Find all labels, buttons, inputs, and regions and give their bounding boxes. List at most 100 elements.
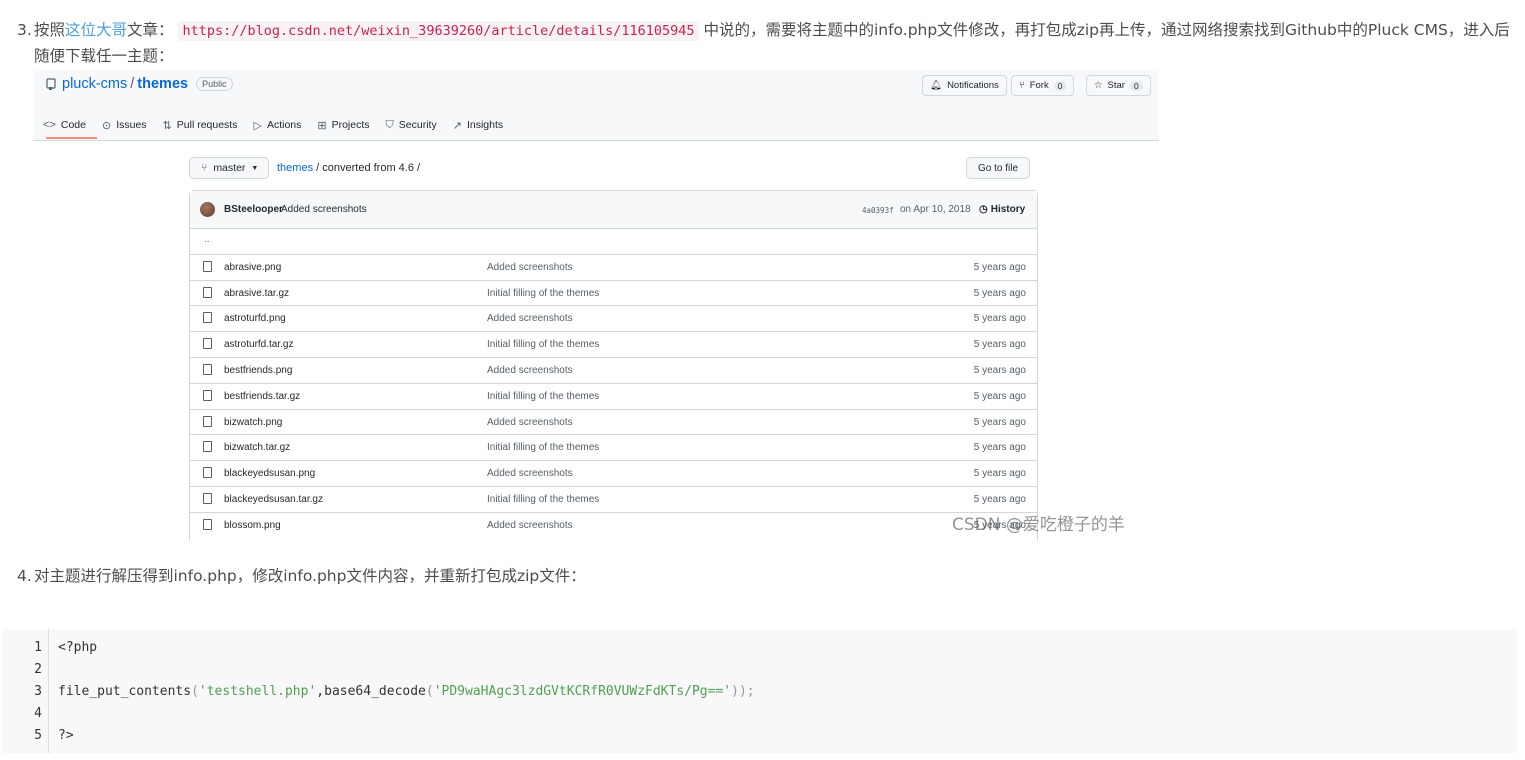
step-4-paragraph: 4. 对主题进行解压得到info.php，修改info.php文件内容，并重新打包… (17, 564, 586, 589)
step-3-text: 中说的，需要将主题中的info.php文件修改，再打包成zip再上传，通过网络搜… (703, 21, 1510, 39)
file-icon (203, 389, 212, 401)
tab-pull-requests-label: Pull requests (176, 119, 238, 131)
notifications-label: Notifications (947, 80, 999, 91)
step-4-number: 4. (17, 567, 32, 585)
star-icon: ☆ (1094, 80, 1103, 91)
file-name-link[interactable]: abrasive.tar.gz (224, 288, 289, 299)
table-row: astroturfd.png Added screenshots 5 years a… (190, 306, 1037, 333)
step-3-prefix: 按照 (34, 21, 66, 39)
repo-owner-link[interactable]: pluck-cms (62, 76, 127, 92)
table-row: bestfriends.png Added screenshots 5 years … (190, 358, 1037, 384)
table-row: bestfriends.tar.gz Initial filling of the… (190, 384, 1037, 410)
star-button[interactable]: ☆ Star 0 (1086, 75, 1151, 96)
file-icon (203, 260, 212, 272)
tab-projects[interactable]: ⊞ Projects (317, 116, 369, 134)
active-tab-indicator (46, 137, 97, 139)
file-name-link[interactable]: bizwatch.png (224, 417, 282, 428)
fork-button[interactable]: ⑂ Fork 0 (1011, 75, 1075, 96)
code-line-1: <?php (58, 640, 98, 655)
history-icon: ◷ (979, 204, 988, 215)
file-commit-message[interactable]: Added screenshots (487, 468, 573, 479)
repo-icon (46, 78, 56, 90)
file-icon (203, 492, 212, 504)
file-name-link[interactable]: astroturfd.png (224, 313, 286, 324)
history-link[interactable]: ◷ History (979, 204, 1025, 215)
commit-sha[interactable]: 4a0393f (862, 206, 894, 215)
parent-directory-row[interactable]: .. (190, 229, 1037, 255)
branch-selector[interactable]: ⑂ master ▼ (189, 157, 269, 179)
file-name-link[interactable]: blackeyedsusan.png (224, 468, 315, 479)
line-number-gutter: 1 2 3 4 5 (2, 629, 49, 753)
code-func-2: ,base64_decode (316, 684, 426, 699)
file-commit-message[interactable]: Initial filling of the themes (487, 339, 599, 350)
fork-label: Fork (1029, 80, 1049, 91)
bell-icon: 🔔︎ (930, 80, 943, 91)
file-name-link[interactable]: bestfriends.png (224, 365, 292, 376)
tab-security-label: Security (398, 119, 437, 131)
file-name-link[interactable]: astroturfd.tar.gz (224, 339, 293, 350)
file-icon (203, 415, 212, 427)
file-commit-message[interactable]: Added screenshots (487, 365, 573, 376)
file-commit-message[interactable]: Initial filling of the themes (487, 288, 599, 299)
code-block[interactable]: 1 2 3 4 5 <?php file_put_contents('tests… (2, 629, 1517, 753)
breadcrumb-repo-link[interactable]: themes (277, 162, 313, 174)
commit-author[interactable]: BSteelooper (224, 204, 283, 215)
file-commit-message[interactable]: Added screenshots (487, 313, 573, 324)
breadcrumb-path: / converted from 4.6 / (316, 162, 421, 174)
file-age: 5 years ago (973, 416, 1026, 428)
go-to-file-button[interactable]: Go to file (966, 157, 1030, 179)
tab-code[interactable]: <> Code (43, 116, 86, 134)
fork-icon: ⑂ (1019, 80, 1025, 91)
tab-actions-label: Actions (266, 119, 302, 131)
file-commit-message[interactable]: Initial filling of the themes (487, 442, 599, 453)
shield-icon: ⛉ (385, 118, 394, 131)
avatar[interactable] (200, 202, 215, 217)
file-commit-message[interactable]: Added screenshots (487, 417, 573, 428)
commit-message[interactable]: Added screenshots (281, 204, 367, 215)
file-name-link[interactable]: blackeyedsusan.tar.gz (224, 494, 323, 505)
code-string-filename: 'testshell.php' (198, 684, 317, 699)
article-url-code: https://blog.csdn.net/weixin_39639260/ar… (178, 21, 699, 41)
notifications-button[interactable]: 🔔︎ Notifications (922, 75, 1007, 96)
step-3-after-link: 文章： (127, 21, 174, 39)
branch-name: master (213, 162, 246, 174)
repo-separator: / (130, 76, 135, 92)
article-link[interactable]: 这位大哥 (65, 21, 127, 39)
tab-issues[interactable]: ⊙ Issues (102, 116, 147, 134)
code-line-3: file_put_contents('testshell.php',base64… (58, 684, 755, 699)
file-commit-message[interactable]: Initial filling of the themes (487, 494, 599, 505)
file-icon (203, 518, 212, 530)
csdn-watermark: CSDN @爱吃橙子的羊 (952, 515, 1125, 535)
file-commit-message[interactable]: Added screenshots (487, 262, 573, 273)
repo-title: pluck-cms / themes Public (46, 76, 233, 92)
tab-insights[interactable]: ↗ Insights (453, 116, 503, 134)
file-commit-message[interactable]: Initial filling of the themes (487, 391, 599, 402)
tab-projects-label: Projects (331, 119, 370, 131)
file-name-link[interactable]: bizwatch.tar.gz (224, 442, 290, 453)
step-4-text: 对主题进行解压得到info.php，修改info.php文件内容，并重新打包成z… (34, 567, 586, 585)
line-number: 1 (34, 640, 42, 655)
pull-request-icon: ⇅ (162, 119, 172, 132)
file-commit-message[interactable]: Added screenshots (487, 520, 573, 531)
parent-directory-link[interactable]: .. (204, 234, 210, 245)
file-age: 5 years ago (973, 287, 1026, 299)
github-screenshot: pluck-cms / themes Public 🔔︎ Notificatio… (33, 69, 1159, 541)
tab-pull-requests[interactable]: ⇅ Pull requests (163, 116, 238, 134)
issue-icon: ⊙ (101, 119, 112, 132)
line-number: 2 (34, 662, 42, 677)
tab-actions[interactable]: ▷ Actions (253, 116, 301, 134)
file-name-link[interactable]: bestfriends.tar.gz (224, 391, 300, 402)
latest-commit-bar: BSteelooper Added screenshots 4a0393f on… (190, 191, 1037, 229)
file-icon (203, 312, 212, 324)
file-age: 5 years ago (973, 493, 1026, 505)
line-number: 4 (34, 706, 42, 721)
tab-security[interactable]: ⛉ Security (386, 116, 437, 134)
file-age: 5 years ago (973, 261, 1026, 273)
code-paren-open-2: ( (425, 684, 434, 699)
repo-name-link[interactable]: themes (137, 76, 188, 92)
caret-down-icon: ▼ (251, 164, 259, 172)
file-icon (203, 286, 212, 298)
file-name-link[interactable]: abrasive.png (224, 262, 281, 273)
file-name-link[interactable]: blossom.png (224, 520, 281, 531)
code-paren-close: )); (731, 684, 755, 699)
